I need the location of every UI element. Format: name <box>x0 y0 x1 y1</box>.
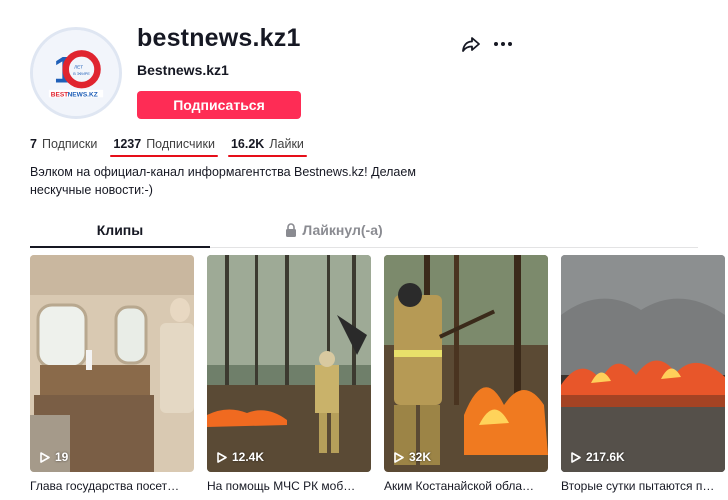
red-underline <box>110 154 218 157</box>
lock-icon <box>286 223 297 237</box>
play-icon <box>571 451 581 463</box>
more-icon[interactable] <box>492 33 514 55</box>
play-icon <box>394 451 404 463</box>
profile-bio: Вэлком на официал-канал информагентства … <box>30 165 416 197</box>
svg-text:BEST: BEST <box>51 91 68 98</box>
tab-liked-label: Лайкнул(-а) <box>302 222 383 238</box>
share-icon[interactable] <box>460 33 482 55</box>
svg-text:NEWS.KZ: NEWS.KZ <box>68 91 98 98</box>
follow-button[interactable]: Подписаться <box>137 91 301 119</box>
profile-username: bestnews.kz1 <box>137 24 301 52</box>
view-count: 32K <box>394 450 431 464</box>
tab-clips-label: Клипы <box>96 222 144 238</box>
video-grid: 19 Глава государства посет… 12.4K На пом… <box>30 255 728 500</box>
play-icon <box>40 451 50 463</box>
view-count-value: 12.4K <box>232 450 265 464</box>
video-caption[interactable]: Аким Костанайской обла… <box>384 479 548 493</box>
stat-followers-count: 1237 <box>113 137 142 151</box>
stat-likes-count: 16.2K <box>230 137 265 151</box>
video-card: 32K Аким Костанайской обла… <box>384 255 548 493</box>
red-underline <box>227 154 307 157</box>
stat-followers[interactable]: 1237 Подписчики <box>110 137 218 157</box>
stat-following-count: 7 <box>30 137 37 151</box>
stat-following[interactable]: 7 Подписки <box>30 137 97 151</box>
video-thumbnail[interactable]: 32K <box>384 255 548 472</box>
video-thumbnail[interactable]: 217.6K <box>561 255 725 472</box>
video-card: 12.4K На помощь МЧС РК моб… <box>207 255 371 493</box>
profile-stats: 7 Подписки 1237 Подписчики 16.2K Лайки <box>30 137 307 157</box>
thumbnail-image <box>384 255 548 472</box>
profile-tabs: Клипы Лайкнул(-а) <box>30 222 698 248</box>
view-count: 19 <box>40 450 68 464</box>
view-count: 12.4K <box>217 450 264 464</box>
tab-liked[interactable]: Лайкнул(-а) <box>244 222 424 248</box>
video-thumbnail[interactable]: 19 <box>30 255 194 472</box>
view-count: 217.6K <box>571 450 625 464</box>
stat-following-label: Подписки <box>41 137 98 151</box>
tab-clips[interactable]: Клипы <box>30 222 210 248</box>
thumbnail-image <box>30 255 194 472</box>
stat-likes-label: Лайки <box>269 137 304 151</box>
view-count-value: 32K <box>409 450 432 464</box>
video-card: 217.6K Вторые сутки пытаются п… <box>561 255 725 493</box>
svg-text:ЛЕТ: ЛЕТ <box>74 64 83 69</box>
stat-followers-label: Подписчики <box>146 137 215 151</box>
play-icon <box>217 451 227 463</box>
avatar[interactable]: 1 ЛЕТ В ЭФИРЕ BEST NEWS.KZ <box>30 27 122 119</box>
video-card: 19 Глава государства посет… <box>30 255 194 493</box>
thumbnail-image <box>207 255 371 472</box>
profile-nickname: Bestnews.kz1 <box>137 62 229 78</box>
video-caption[interactable]: Глава государства посет… <box>30 479 194 493</box>
view-count-value: 19 <box>55 450 69 464</box>
video-thumbnail[interactable]: 12.4K <box>207 255 371 472</box>
video-caption[interactable]: Вторые сутки пытаются п… <box>561 479 725 493</box>
video-caption[interactable]: На помощь МЧС РК моб… <box>207 479 371 493</box>
stat-likes: 16.2K Лайки <box>227 137 307 157</box>
view-count-value: 217.6K <box>586 450 625 464</box>
svg-text:В ЭФИРЕ: В ЭФИРЕ <box>73 72 90 76</box>
bestnews-logo: 1 ЛЕТ В ЭФИРЕ BEST NEWS.KZ <box>33 30 119 116</box>
thumbnail-image <box>561 255 725 472</box>
